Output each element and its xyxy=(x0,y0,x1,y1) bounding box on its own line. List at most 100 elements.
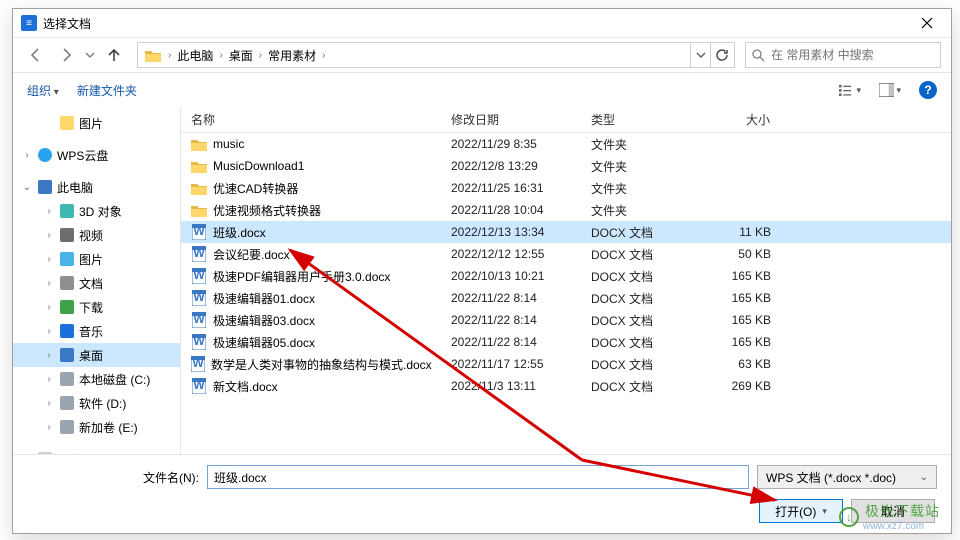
refresh-button[interactable] xyxy=(710,43,732,67)
search-input[interactable] xyxy=(771,48,934,62)
filter-label: WPS 文档 (*.docx *.doc) xyxy=(766,469,896,486)
folder-icon xyxy=(191,202,207,218)
breadcrumb-folder[interactable]: 常用素材 xyxy=(264,45,320,66)
file-row[interactable]: MusicDownload1 2022/12/8 13:29文件夹 xyxy=(181,155,951,177)
tree-documents[interactable]: ›文档 xyxy=(13,271,180,295)
view-list-icon xyxy=(839,83,854,97)
file-row[interactable]: W班级.docx2022/12/13 13:34DOCX 文档11 KB xyxy=(181,221,951,243)
folder-icon xyxy=(144,46,162,64)
tree-music[interactable]: ›音乐 xyxy=(13,319,180,343)
breadcrumb-desktop[interactable]: 桌面 xyxy=(225,45,257,66)
chevron-right-icon: › xyxy=(166,50,173,61)
document-icon: W xyxy=(191,290,207,306)
tree-disk-e[interactable]: ›新加卷 (E:) xyxy=(13,415,180,439)
chevron-right-icon: › xyxy=(217,50,224,61)
split-caret-icon: ▾ xyxy=(822,506,827,517)
column-modified[interactable]: 修改日期 xyxy=(441,111,581,128)
close-button[interactable] xyxy=(907,9,947,37)
help-button[interactable]: ? xyxy=(919,81,937,99)
dialog-title: 选择文档 xyxy=(43,15,907,32)
tree-disk-d[interactable]: ›软件 (D:) xyxy=(13,391,180,415)
file-modified: 2022/11/3 13:11 xyxy=(441,379,581,393)
tree-videos[interactable]: ›视频 xyxy=(13,223,180,247)
file-row[interactable]: 优速CAD转换器2022/11/25 16:31文件夹 xyxy=(181,177,951,199)
file-row[interactable]: W数学是人类对事物的抽象结构与模式.docx2022/11/17 12:55DO… xyxy=(181,353,951,375)
file-row[interactable]: W极速编辑器03.docx2022/11/22 8:14DOCX 文档165 K… xyxy=(181,309,951,331)
file-type: DOCX 文档 xyxy=(581,268,701,285)
column-headers[interactable]: 名称 修改日期 类型 大小 xyxy=(181,107,951,133)
file-row[interactable]: music2022/11/29 8:35文件夹 xyxy=(181,133,951,155)
column-name[interactable]: 名称 xyxy=(181,111,441,128)
svg-text:W: W xyxy=(193,290,205,304)
search-icon xyxy=(752,49,765,62)
preview-pane-button[interactable]: ▾ xyxy=(879,79,901,101)
file-name: MusicDownload1 xyxy=(213,159,304,173)
cancel-button[interactable]: 取消 xyxy=(851,499,935,523)
titlebar: ≡ 选择文档 xyxy=(13,9,951,37)
tree-disk-c[interactable]: ›本地磁盘 (C:) xyxy=(13,367,180,391)
file-type: 文件夹 xyxy=(581,136,701,153)
up-button[interactable] xyxy=(101,42,127,68)
file-pane: 名称 修改日期 类型 大小 music2022/11/29 8:35文件夹Mus… xyxy=(181,107,951,454)
forward-button[interactable] xyxy=(53,42,79,68)
file-type: DOCX 文档 xyxy=(581,246,701,263)
document-icon: W xyxy=(191,246,207,262)
file-name: 极速编辑器05.docx xyxy=(213,334,315,351)
new-folder-button[interactable]: 新建文件夹 xyxy=(77,82,137,99)
tree-pictures2[interactable]: ›图片 xyxy=(13,247,180,271)
back-button[interactable] xyxy=(23,42,49,68)
preview-pane-icon xyxy=(879,83,894,97)
file-size: 63 KB xyxy=(701,357,781,371)
file-modified: 2022/11/25 16:31 xyxy=(441,181,581,195)
folder-icon xyxy=(191,136,207,152)
file-list[interactable]: music2022/11/29 8:35文件夹 MusicDownload1 202… xyxy=(181,133,951,454)
file-row[interactable]: W极速编辑器01.docx2022/11/22 8:14DOCX 文档165 K… xyxy=(181,287,951,309)
file-size: 11 KB xyxy=(701,225,781,239)
sidebar-tree[interactable]: ›图片 ›WPS云盘 ⌄此电脑 ›3D 对象 ›视频 ›图片 ›文档 ›下载 ›… xyxy=(13,107,181,454)
file-modified: 2022/11/28 10:04 xyxy=(441,203,581,217)
file-size: 165 KB xyxy=(701,291,781,305)
file-type: 文件夹 xyxy=(581,158,701,175)
file-name: 会议纪要.docx xyxy=(213,246,290,263)
svg-text:W: W xyxy=(193,268,205,282)
file-name: music xyxy=(213,137,244,151)
file-row[interactable]: W会议纪要.docx2022/12/12 12:55DOCX 文档50 KB xyxy=(181,243,951,265)
file-row[interactable]: W极速PDF编辑器用户手册3.0.docx2022/10/13 10:21DOC… xyxy=(181,265,951,287)
document-icon: W xyxy=(191,268,207,284)
file-size: 165 KB xyxy=(701,313,781,327)
file-row[interactable]: W极速编辑器05.docx2022/11/22 8:14DOCX 文档165 K… xyxy=(181,331,951,353)
breadcrumb-dropdown[interactable] xyxy=(690,43,710,67)
breadcrumb-thispc[interactable]: 此电脑 xyxy=(173,45,217,66)
organize-menu[interactable]: 组织 xyxy=(27,82,59,99)
chevron-down-icon xyxy=(696,50,706,60)
tree-desktop[interactable]: ›桌面 xyxy=(13,343,180,367)
column-type[interactable]: 类型 xyxy=(581,111,701,128)
filename-input[interactable] xyxy=(207,465,749,489)
open-button[interactable]: 打开(O)▾ xyxy=(759,499,843,523)
tree-downloads[interactable]: ›下载 xyxy=(13,295,180,319)
tree-thispc[interactable]: ⌄此电脑 xyxy=(13,175,180,199)
recent-button[interactable] xyxy=(83,42,97,68)
column-size[interactable]: 大小 xyxy=(701,111,781,128)
file-row[interactable]: W新文档.docx2022/11/3 13:11DOCX 文档269 KB xyxy=(181,375,951,397)
filename-label: 文件名(N): xyxy=(143,469,199,486)
folder-icon xyxy=(191,158,207,174)
file-name: 极速PDF编辑器用户手册3.0.docx xyxy=(213,268,390,285)
search-box[interactable] xyxy=(745,42,941,68)
document-icon: W xyxy=(191,378,207,394)
tree-3d-objects[interactable]: ›3D 对象 xyxy=(13,199,180,223)
file-row[interactable]: 优速视频格式转换器2022/11/28 10:04文件夹 xyxy=(181,199,951,221)
chevron-down-icon xyxy=(85,50,95,60)
file-type-filter[interactable]: WPS 文档 (*.docx *.doc) ⌄ xyxy=(757,465,937,489)
tree-wps-cloud[interactable]: ›WPS云盘 xyxy=(13,143,180,167)
breadcrumb[interactable]: › 此电脑 › 桌面 › 常用素材 › xyxy=(137,42,735,68)
tree-pictures[interactable]: ›图片 xyxy=(13,111,180,135)
file-size: 165 KB xyxy=(701,335,781,349)
view-mode-button[interactable]: ▾ xyxy=(839,79,861,101)
file-modified: 2022/11/17 12:55 xyxy=(441,357,581,371)
file-modified: 2022/12/8 13:29 xyxy=(441,159,581,173)
file-name: 极速编辑器01.docx xyxy=(213,290,315,307)
file-type: 文件夹 xyxy=(581,180,701,197)
svg-text:W: W xyxy=(193,378,205,392)
tree-network[interactable]: ›网络 xyxy=(13,447,180,454)
